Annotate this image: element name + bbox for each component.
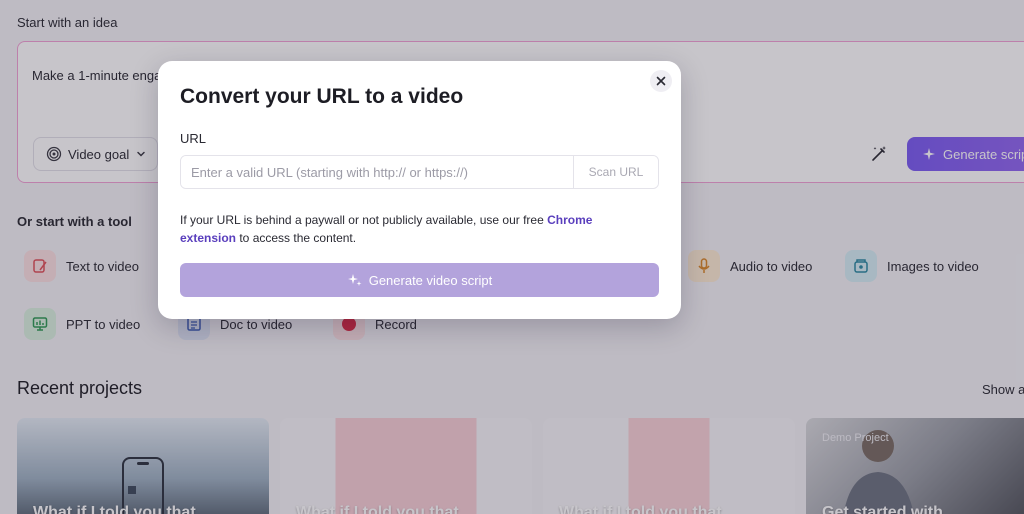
url-input[interactable] <box>181 156 573 188</box>
sparkle-icon <box>347 274 362 286</box>
url-input-group: Scan URL <box>180 155 659 189</box>
generate-video-script-label: Generate video script <box>368 272 493 288</box>
modal-title: Convert your URL to a video <box>180 85 464 108</box>
generate-video-script-button[interactable]: Generate video script <box>180 263 659 297</box>
paywall-note-text-end: to access the content. <box>236 231 357 245</box>
close-button[interactable] <box>650 70 672 92</box>
close-icon <box>656 76 666 86</box>
page: Start with an idea Make a 1-minute enga … <box>0 0 1024 514</box>
scan-url-button[interactable]: Scan URL <box>573 156 658 188</box>
url-label: URL <box>180 131 207 146</box>
url-to-video-modal: Convert your URL to a video URL Scan URL… <box>158 61 681 319</box>
paywall-note: If your URL is behind a paywall or not p… <box>180 211 650 247</box>
paywall-note-text: If your URL is behind a paywall or not p… <box>180 213 548 227</box>
